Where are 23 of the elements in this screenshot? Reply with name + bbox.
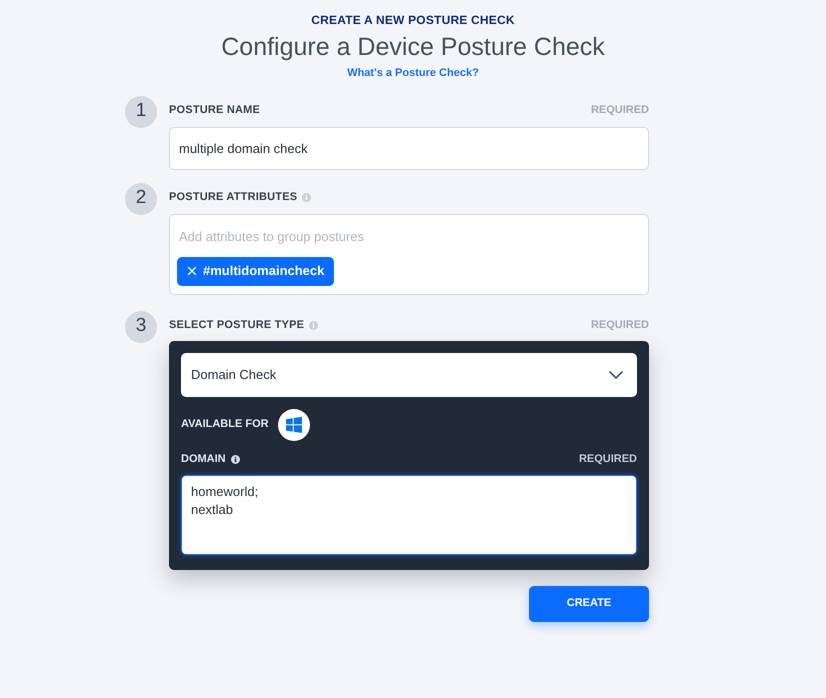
- posture-type-select[interactable]: Domain Check: [181, 352, 637, 396]
- domain-label: DOMAIN: [181, 452, 226, 468]
- field-label: POSTURE ATTRIBUTES: [169, 190, 298, 206]
- field-label: POSTURE NAME: [169, 103, 260, 118]
- step-number: 1: [125, 96, 157, 128]
- windows-logo-icon: [278, 408, 310, 440]
- step-number: 2: [125, 182, 157, 214]
- domain-field[interactable]: homeworld; nextlab: [181, 474, 637, 554]
- required-label: REQUIRED: [590, 318, 649, 334]
- chevron-down-icon: [609, 370, 623, 378]
- page-eyebrow: CREATE A NEW POSTURE CHECK: [311, 12, 515, 29]
- page-title: Configure a Device Posture Check: [221, 32, 605, 63]
- posture-name-field[interactable]: multiple domain check: [169, 126, 649, 170]
- field-label: SELECT POSTURE TYPE: [169, 318, 304, 334]
- attributes-input[interactable]: Add attributes to group postures: [177, 226, 477, 246]
- required-label: REQUIRED: [578, 452, 637, 468]
- attribute-tag[interactable]: #multidomaincheck: [177, 256, 334, 286]
- required-label: REQUIRED: [590, 103, 649, 118]
- close-icon[interactable]: [185, 264, 199, 278]
- available-for-label: AVAILABLE FOR: [181, 417, 269, 432]
- step-number: 3: [125, 310, 157, 342]
- help-link[interactable]: What's a Posture Check?: [347, 65, 479, 82]
- create-button[interactable]: CREATE: [529, 586, 649, 622]
